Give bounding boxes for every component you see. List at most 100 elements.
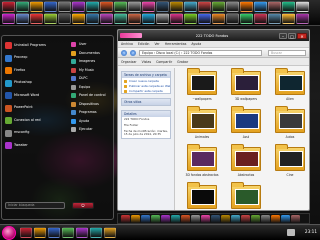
dock-app-icon[interactable] bbox=[121, 215, 130, 223]
command-button[interactable]: Grabar bbox=[177, 60, 188, 64]
dock-app-icon[interactable] bbox=[282, 13, 295, 24]
dock-app-icon[interactable] bbox=[72, 1, 85, 12]
menu-item[interactable]: Edición bbox=[138, 42, 150, 46]
dock-app-icon[interactable] bbox=[296, 13, 309, 24]
dock-app-icon[interactable] bbox=[281, 215, 290, 223]
dock-app-icon[interactable] bbox=[291, 215, 300, 223]
command-button[interactable]: Compartir bbox=[156, 60, 172, 64]
dock-app-icon[interactable] bbox=[16, 1, 29, 12]
dock-app-icon[interactable] bbox=[240, 13, 253, 24]
start-menu-place[interactable]: Ayuda bbox=[70, 117, 113, 126]
dock-app-icon[interactable] bbox=[198, 1, 211, 12]
dock-app-icon[interactable] bbox=[170, 1, 183, 12]
menu-item[interactable]: Ver bbox=[154, 42, 159, 46]
start-menu-program[interactable]: Firefox bbox=[5, 65, 67, 76]
start-menu-program[interactable]: Conexion al red bbox=[5, 115, 67, 126]
start-menu-place[interactable]: Dispositivos bbox=[70, 100, 113, 109]
dock-app-icon[interactable] bbox=[181, 215, 190, 223]
dock-app-icon[interactable] bbox=[2, 13, 15, 24]
dock-app-icon[interactable] bbox=[170, 13, 183, 24]
dock-app-icon[interactable] bbox=[30, 13, 43, 24]
menu-item[interactable]: Ayuda bbox=[191, 42, 201, 46]
maximize-button[interactable]: □ bbox=[288, 32, 296, 39]
dock-app-icon[interactable] bbox=[241, 215, 250, 223]
dock-app-icon[interactable] bbox=[221, 215, 230, 223]
start-menu-program[interactable]: msconfig bbox=[5, 128, 67, 139]
forward-arrow-icon[interactable]: › bbox=[130, 49, 136, 56]
taskbar-app-button[interactable] bbox=[48, 227, 60, 238]
dock-app-icon[interactable] bbox=[142, 13, 155, 24]
folder-item[interactable]: Abstractos bbox=[226, 144, 266, 182]
start-menu-place[interactable]: Ejecutar bbox=[70, 125, 113, 134]
folder-item[interactable]: Fondos negros bbox=[182, 182, 222, 210]
dock-app-icon[interactable] bbox=[171, 215, 180, 223]
dock-app-icon[interactable] bbox=[44, 13, 57, 24]
start-menu-place[interactable]: Panel de control bbox=[70, 91, 113, 100]
dock-app-icon[interactable] bbox=[254, 1, 267, 12]
dock-app-icon[interactable] bbox=[184, 13, 197, 24]
dock-app-icon[interactable] bbox=[271, 215, 280, 223]
dock-app-icon[interactable] bbox=[44, 1, 57, 12]
dock-app-icon[interactable] bbox=[142, 1, 155, 12]
start-search-input[interactable]: Iniciar búsqueda bbox=[5, 202, 65, 209]
dock-app-icon[interactable] bbox=[226, 13, 239, 24]
start-menu-program[interactable]: PowerPoint bbox=[5, 103, 67, 114]
other-places-title[interactable]: Otros sitios bbox=[122, 99, 170, 105]
dock-app-icon[interactable] bbox=[231, 215, 240, 223]
dock-app-icon[interactable] bbox=[254, 13, 267, 24]
folder-item[interactable]: Autos bbox=[270, 106, 309, 144]
start-menu-program[interactable]: Tweaker bbox=[5, 140, 67, 151]
taskbar-app-button[interactable] bbox=[34, 227, 46, 238]
start-orb-button[interactable] bbox=[2, 226, 16, 240]
dock-app-icon[interactable] bbox=[211, 215, 220, 223]
task-link[interactable]: Compartir esta carpeta bbox=[122, 88, 170, 93]
start-menu-program[interactable]: Uninstall Programs bbox=[5, 40, 67, 51]
dock-app-icon[interactable] bbox=[86, 13, 99, 24]
dock-app-icon[interactable] bbox=[114, 13, 127, 24]
dock-app-icon[interactable] bbox=[191, 215, 200, 223]
dock-app-icon[interactable] bbox=[151, 215, 160, 223]
start-menu-place[interactable]: Programas bbox=[70, 108, 113, 117]
start-menu-place[interactable]: DLPC bbox=[70, 74, 113, 83]
start-menu-place[interactable]: User bbox=[70, 40, 113, 49]
dock-app-icon[interactable] bbox=[100, 1, 113, 12]
start-menu-program[interactable]: Microsoft Word bbox=[5, 90, 67, 101]
menu-item[interactable]: Herramientas bbox=[165, 42, 187, 46]
folder-item[interactable]: Animales bbox=[182, 106, 222, 144]
dock-app-icon[interactable] bbox=[212, 1, 225, 12]
dock-app-icon[interactable] bbox=[2, 1, 15, 12]
dock-app-icon[interactable] bbox=[114, 1, 127, 12]
dock-app-icon[interactable] bbox=[268, 13, 281, 24]
dock-app-icon[interactable] bbox=[161, 215, 170, 223]
taskbar-app-button[interactable] bbox=[20, 227, 32, 238]
dock-app-icon[interactable] bbox=[198, 13, 211, 24]
close-button[interactable]: ✕ bbox=[297, 32, 307, 39]
dock-app-icon[interactable] bbox=[251, 215, 260, 223]
dock-app-icon[interactable] bbox=[58, 1, 71, 12]
minimize-button[interactable]: – bbox=[279, 32, 287, 39]
folder-item[interactable]: Cine bbox=[270, 144, 309, 182]
dock-app-icon[interactable] bbox=[156, 13, 169, 24]
dock-app-icon[interactable] bbox=[30, 1, 43, 12]
dock-app-icon[interactable] bbox=[128, 1, 141, 12]
start-menu-program[interactable]: Procexp bbox=[5, 53, 67, 64]
folder-item[interactable]: ~wallpapers bbox=[182, 68, 222, 106]
dock-app-icon[interactable] bbox=[261, 215, 270, 223]
dock-app-icon[interactable] bbox=[212, 13, 225, 24]
dock-app-icon[interactable] bbox=[72, 13, 85, 24]
folder-item[interactable]: Azul bbox=[226, 106, 266, 144]
start-menu-program[interactable]: Photoshop bbox=[5, 78, 67, 89]
folder-item[interactable]: Alien bbox=[270, 68, 309, 106]
dock-app-icon[interactable] bbox=[184, 1, 197, 12]
command-button[interactable]: Organizar bbox=[121, 60, 137, 64]
dock-app-icon[interactable] bbox=[131, 215, 140, 223]
start-menu-place[interactable]: My Music bbox=[70, 66, 113, 75]
dock-app-icon[interactable] bbox=[16, 13, 29, 24]
dock-app-icon[interactable] bbox=[156, 1, 169, 12]
start-menu-place[interactable]: Documentos bbox=[70, 49, 113, 58]
dock-app-icon[interactable] bbox=[296, 1, 309, 12]
dock-app-icon[interactable] bbox=[240, 1, 253, 12]
action-center-flag-icon[interactable] bbox=[287, 229, 295, 236]
dock-app-icon[interactable] bbox=[128, 13, 141, 24]
taskbar-app-button[interactable] bbox=[104, 227, 116, 238]
